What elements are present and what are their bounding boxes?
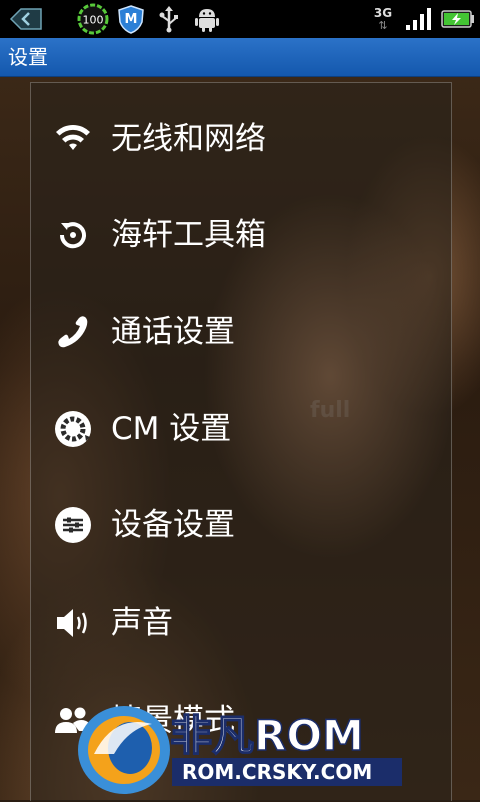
network-type-label: 3G: [373, 5, 393, 20]
usb-icon: [156, 0, 182, 38]
menu-item-call-settings[interactable]: 通话设置: [31, 284, 451, 380]
watermark-brand: 非凡ROM: [170, 711, 364, 760]
watermark-url: ROM.CRSKY.COM: [182, 760, 372, 784]
menu-item-label: CM 设置: [111, 411, 232, 447]
watermark-logo: 非凡ROM ROM.CRSKY.COM: [74, 694, 404, 798]
network-3g-icon: 3G ⇅: [373, 5, 393, 32]
speaker-icon: [53, 603, 93, 643]
battery-charging-icon: [440, 0, 476, 38]
menu-item-label: 无线和网络: [111, 121, 266, 157]
battery-100-icon: 100: [76, 0, 110, 38]
signal-icon: [404, 0, 434, 38]
menu-item-toolbox[interactable]: 海轩工具箱: [31, 187, 451, 283]
security-shield-icon: M: [116, 0, 146, 38]
refresh-icon: [53, 215, 93, 255]
page-title: 设置: [8, 45, 48, 69]
cm-gear-icon: [53, 409, 93, 449]
battery-badge-text: 100: [83, 14, 104, 27]
menu-item-label: 声音: [111, 605, 173, 641]
android-icon: [194, 0, 220, 38]
menu-item-label: 通话设置: [111, 314, 235, 350]
back-arrow-icon[interactable]: [8, 0, 44, 38]
menu-item-sound[interactable]: 声音: [31, 575, 451, 671]
status-bar: 100 M 3G ⇅: [0, 0, 480, 38]
wifi-icon: [53, 119, 93, 159]
menu-item-wireless-networks[interactable]: 无线和网络: [31, 91, 451, 187]
device-settings-icon: [53, 505, 93, 545]
menu-item-label: 设备设置: [111, 507, 235, 543]
svg-text:M: M: [125, 12, 138, 27]
phone-icon: [53, 312, 93, 352]
menu-item-cm-settings[interactable]: CM 设置: [31, 381, 451, 477]
menu-item-device-settings[interactable]: 设备设置: [31, 477, 451, 573]
title-bar: 设置: [0, 38, 480, 77]
menu-item-label: 海轩工具箱: [111, 217, 266, 253]
